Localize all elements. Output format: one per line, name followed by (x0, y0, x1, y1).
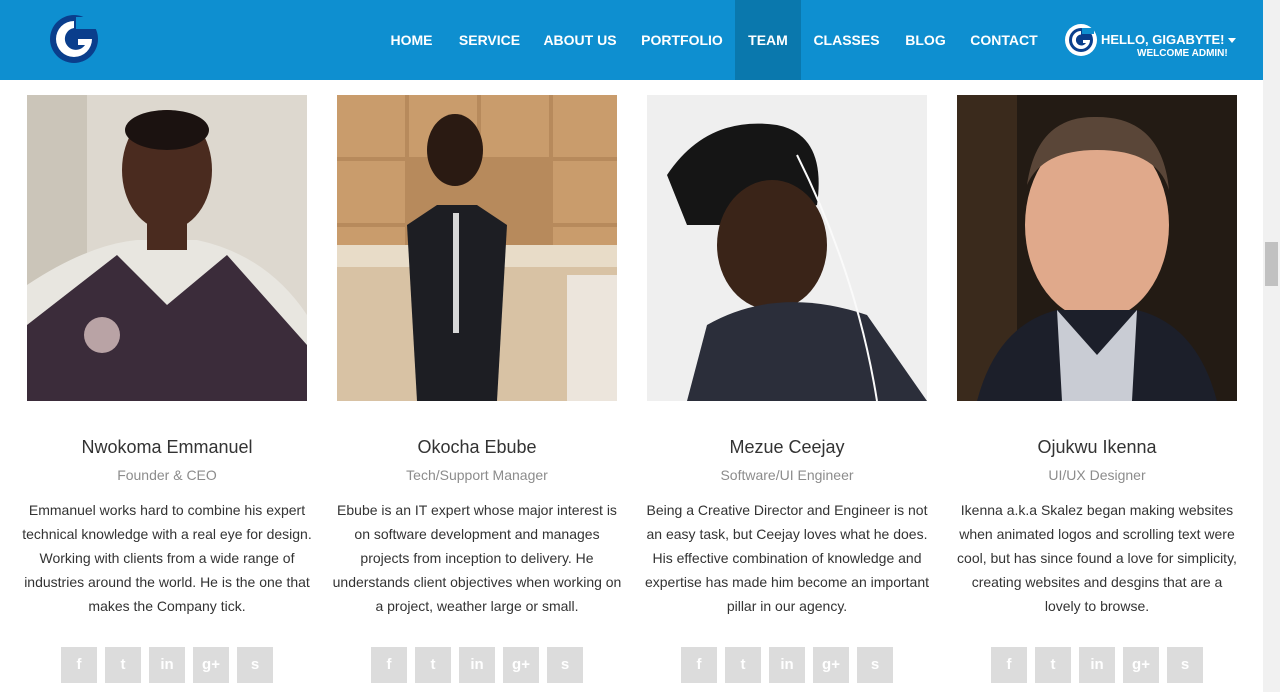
team-member-role: Founder & CEO (117, 467, 217, 483)
team-member-bio: Ebube is an IT expert whose major intere… (332, 502, 622, 614)
team-member-photo (27, 95, 307, 401)
team-member-name: Nwokoma Emmanuel (81, 437, 253, 457)
team-member-card: Mezue Ceejay Software/UI Engineer Being … (645, 95, 929, 683)
facebook-icon[interactable]: f (991, 647, 1027, 683)
team-member-bio: Emmanuel works hard to combine his exper… (22, 502, 312, 614)
user-greeting[interactable]: HELLO, GIGABYTE! (1101, 32, 1225, 47)
google-plus-icon[interactable]: g+ (503, 647, 539, 683)
linkedin-icon[interactable]: in (769, 647, 805, 683)
scrollbar-thumb[interactable] (1265, 242, 1278, 286)
social-links: f t in g+ s (27, 647, 307, 683)
twitter-icon[interactable]: t (415, 647, 451, 683)
skype-icon[interactable]: s (237, 647, 273, 683)
user-avatar (1065, 24, 1097, 56)
nav-classes[interactable]: CLASSES (806, 0, 887, 80)
team-member-name: Mezue Ceejay (729, 437, 845, 457)
team-member-card: Nwokoma Emmanuel Founder & CEO Emmanuel … (22, 95, 312, 683)
skype-icon[interactable]: s (547, 647, 583, 683)
twitter-icon[interactable]: t (105, 647, 141, 683)
nav-team[interactable]: TEAM (735, 0, 801, 80)
team-member-photo (957, 95, 1237, 401)
nav-blog[interactable]: BLOG (897, 0, 954, 80)
top-navbar: HOME SERVICE ABOUT US PORTFOLIO TEAM CLA… (0, 0, 1263, 80)
team-member-photo (337, 95, 617, 401)
team-member-name: Ojukwu Ikenna (1037, 437, 1157, 457)
linkedin-icon[interactable]: in (1079, 647, 1115, 683)
team-member-card: Okocha Ebube Tech/Support Manager Ebube … (333, 95, 621, 683)
team-member-role: Tech/Support Manager (406, 467, 548, 483)
user-welcome-text: WELCOME ADMIN! (1137, 48, 1228, 59)
google-plus-icon[interactable]: g+ (813, 647, 849, 683)
chevron-down-icon[interactable] (1228, 38, 1236, 43)
google-plus-icon[interactable]: g+ (1123, 647, 1159, 683)
team-member-card: Ojukwu Ikenna UI/UX Designer Ikenna a.k.… (957, 95, 1237, 683)
team-member-role: Software/UI Engineer (720, 467, 854, 483)
team-member-bio: Being a Creative Director and Engineer i… (644, 502, 930, 614)
linkedin-icon[interactable]: in (459, 647, 495, 683)
facebook-icon[interactable]: f (681, 647, 717, 683)
skype-icon[interactable]: s (857, 647, 893, 683)
team-member-photo (647, 95, 927, 401)
nav-contact[interactable]: CONTACT (964, 0, 1044, 80)
facebook-icon[interactable]: f (61, 647, 97, 683)
team-member-role: UI/UX Designer (1048, 467, 1146, 483)
linkedin-icon[interactable]: in (149, 647, 185, 683)
nav-home[interactable]: HOME (380, 0, 443, 80)
nav-service[interactable]: SERVICE (450, 0, 529, 80)
twitter-icon[interactable]: t (1035, 647, 1071, 683)
skype-icon[interactable]: s (1167, 647, 1203, 683)
social-links: f t in g+ s (647, 647, 927, 683)
facebook-icon[interactable]: f (371, 647, 407, 683)
social-links: f t in g+ s (957, 647, 1237, 683)
team-member-name: Okocha Ebube (417, 437, 537, 457)
twitter-icon[interactable]: t (725, 647, 761, 683)
page-scrollbar[interactable] (1263, 0, 1280, 692)
nav-about-us[interactable]: ABOUT US (536, 0, 624, 80)
nav-portfolio[interactable]: PORTFOLIO (634, 0, 730, 80)
brand-logo[interactable] (48, 14, 102, 64)
social-links: f t in g+ s (337, 647, 617, 683)
team-member-bio: Ikenna a.k.a Skalez began making website… (957, 502, 1237, 614)
google-plus-icon[interactable]: g+ (193, 647, 229, 683)
